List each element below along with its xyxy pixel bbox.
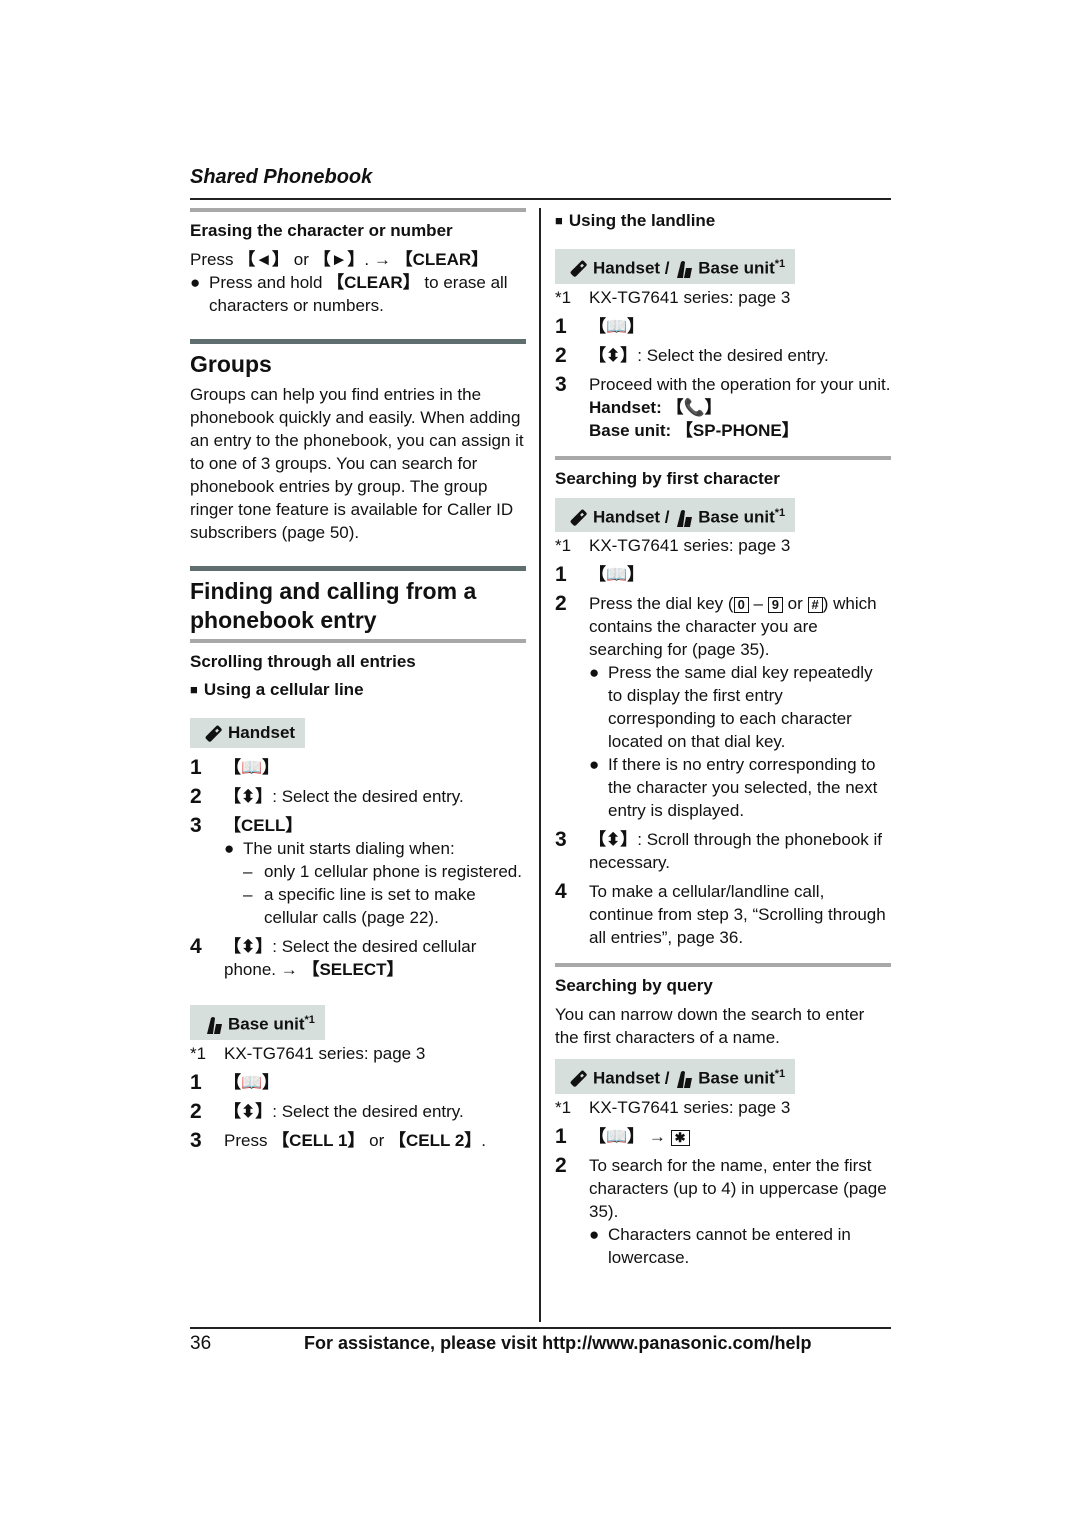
section-rule bbox=[190, 208, 526, 212]
step-3: 3 Proceed with the operation for your un… bbox=[555, 372, 891, 440]
phonebook-key: 【📖】 bbox=[224, 758, 280, 777]
step-1: 1 【📖】 bbox=[190, 756, 526, 779]
navigator-key: 【⬍】 bbox=[224, 937, 273, 956]
scrolling-heading: Scrolling through all entries bbox=[190, 652, 416, 671]
cell1-key: 【CELL 1】 bbox=[272, 1130, 365, 1150]
base-unit-icon bbox=[204, 1015, 224, 1035]
step-1: 1 【📖】 bbox=[555, 315, 891, 338]
dial-key-hash: # bbox=[807, 597, 823, 614]
navigator-key: 【⬍】 bbox=[589, 345, 638, 365]
step-3: 3 【⬍】: Scroll through the phonebook if ne… bbox=[555, 828, 883, 873]
dial-key-9: 9 bbox=[767, 597, 783, 614]
clear-key: 【CLEAR】 bbox=[395, 250, 489, 269]
base-unit-icon bbox=[674, 508, 694, 528]
page-number: 36 bbox=[190, 1333, 212, 1354]
page-header: Shared Phonebook bbox=[190, 166, 891, 200]
base-unit-label-box: Base unit*1 bbox=[190, 1005, 325, 1040]
section-rule bbox=[555, 963, 891, 968]
cell-key: 【CELL】 bbox=[224, 816, 303, 835]
bullet-icon: ● bbox=[224, 839, 235, 858]
step-1: 1 【📖】 bbox=[555, 563, 891, 586]
step-2: 2 【⬍】: Select the desired entry. bbox=[190, 1099, 464, 1123]
step2-bullet: ● If there is no entry corresponding to t… bbox=[589, 755, 878, 821]
groups-body: Groups can help you find entries in the … bbox=[190, 385, 524, 542]
erasing-instruction: Press 【◄】 or 【►】. → 【CLEAR】 bbox=[190, 250, 489, 269]
dial-key-0: 0 bbox=[733, 597, 749, 614]
star-key: ✱ bbox=[670, 1129, 690, 1146]
phonebook-key: 【📖】 bbox=[589, 565, 645, 585]
footnote: *1 KX-TG7641 series: page 3 bbox=[555, 536, 791, 556]
step2-bullet: ● Press the same dial key repeatedly to d… bbox=[589, 663, 873, 752]
query-body: You can narrow down the search to enter … bbox=[555, 1005, 865, 1048]
section-title: Shared Phonebook bbox=[190, 166, 373, 188]
right-column: Using the landline Handset / Base unit*1… bbox=[555, 208, 891, 1269]
section-rule bbox=[190, 639, 526, 643]
step-1: 1 【📖】 bbox=[190, 1071, 526, 1094]
base-spphone-instruction: Base unit: 【SP-PHONE】 bbox=[589, 420, 799, 440]
phonebook-key: 【📖】 bbox=[589, 316, 645, 336]
step3-dash: – only 1 cellular phone is registered. bbox=[243, 862, 522, 881]
bullet-icon: ● bbox=[589, 755, 600, 775]
step-3: 3 Press 【CELL 1】 or 【CELL 2】. bbox=[190, 1128, 487, 1152]
base-unit-icon bbox=[674, 1069, 694, 1089]
step-3: 3 【CELL】 ● The unit starts dialing when: … bbox=[190, 814, 526, 929]
erasing-bullet: ● Press and hold 【CLEAR】 to erase all ch… bbox=[190, 273, 508, 315]
talk-icon: 📞 bbox=[683, 397, 705, 417]
handset-base-label-box: Handset / Base unit*1 bbox=[555, 497, 796, 533]
left-key: 【◄】 bbox=[238, 250, 290, 269]
navigator-key: 【⬍】 bbox=[224, 787, 273, 806]
handset-label-box: Handset bbox=[190, 718, 306, 748]
step-2: 2 【⬍】: Select the desired entry. bbox=[555, 343, 829, 367]
step-2: 2 Press the dial key (0 – 9 or #) which … bbox=[555, 592, 891, 822]
navigator-key: 【⬍】 bbox=[224, 1101, 273, 1121]
bullet-icon: ● bbox=[589, 663, 600, 683]
step3-bullet: ● The unit starts dialing when: bbox=[224, 839, 455, 858]
cell2-key: 【CELL 2】 bbox=[389, 1130, 482, 1150]
help-link-text: For assistance, please visit http://www.… bbox=[304, 1333, 812, 1353]
step-2: 2 【⬍】: Select the desired entry. bbox=[190, 785, 464, 808]
footnote: *1 KX-TG7641 series: page 3 bbox=[555, 1097, 791, 1117]
first-char-heading: Searching by first character bbox=[555, 468, 780, 488]
handset-icon bbox=[569, 259, 589, 279]
step-4: 4 To make a cellular/landline call, conti… bbox=[555, 880, 886, 948]
footnote: *1 KX-TG7641 series: page 3 bbox=[555, 287, 791, 307]
footnote: *1 KX-TG7641 series: page 3 bbox=[190, 1043, 426, 1063]
erasing-heading: Erasing the character or number bbox=[190, 221, 453, 240]
section-rule bbox=[555, 455, 891, 460]
query-heading: Searching by query bbox=[555, 976, 713, 996]
bullet-icon: ● bbox=[190, 273, 201, 292]
step-2: 2 To search for the name, enter the firs… bbox=[555, 1154, 891, 1269]
phonebook-key: 【📖】 bbox=[224, 1072, 280, 1092]
bullet-icon: ● bbox=[589, 1224, 600, 1244]
handset-base-label-box: Handset / Base unit*1 bbox=[555, 1059, 796, 1094]
handset-icon bbox=[204, 724, 224, 744]
navigator-key: 【⬍】 bbox=[589, 830, 638, 850]
step-4: 4 【⬍】: Select the desired cellular phone.… bbox=[190, 935, 477, 979]
section-rule bbox=[190, 339, 526, 344]
handset-talk-instruction: Handset: 【📞】 bbox=[589, 397, 722, 417]
column-divider bbox=[539, 208, 541, 1322]
finding-heading: Finding and calling from a phonebook ent… bbox=[190, 578, 477, 633]
groups-heading: Groups bbox=[190, 351, 272, 377]
landline-heading: Using the landline bbox=[555, 210, 891, 233]
left-column: Erasing the character or number Press 【◄… bbox=[190, 208, 526, 1152]
phonebook-key: 【📖】 bbox=[589, 1126, 645, 1146]
select-key: 【SELECT】 bbox=[302, 960, 404, 979]
handset-base-label-box: Handset / Base unit*1 bbox=[555, 249, 796, 284]
cellular-heading: Using a cellular line bbox=[190, 679, 526, 702]
section-rule bbox=[190, 566, 526, 571]
handset-icon bbox=[569, 1069, 589, 1089]
handset-icon bbox=[569, 508, 589, 528]
right-key: 【►】 bbox=[313, 250, 365, 269]
step2-bullet: ● Characters cannot be entered in lowerca… bbox=[589, 1224, 851, 1267]
page-footer: 36 For assistance, please visit http://w… bbox=[190, 1327, 891, 1359]
base-unit-icon bbox=[674, 259, 694, 279]
step-1: 1 【📖】 → ✱ bbox=[555, 1125, 891, 1148]
step3-dash: – a specific line is set to make cellular… bbox=[243, 885, 476, 927]
